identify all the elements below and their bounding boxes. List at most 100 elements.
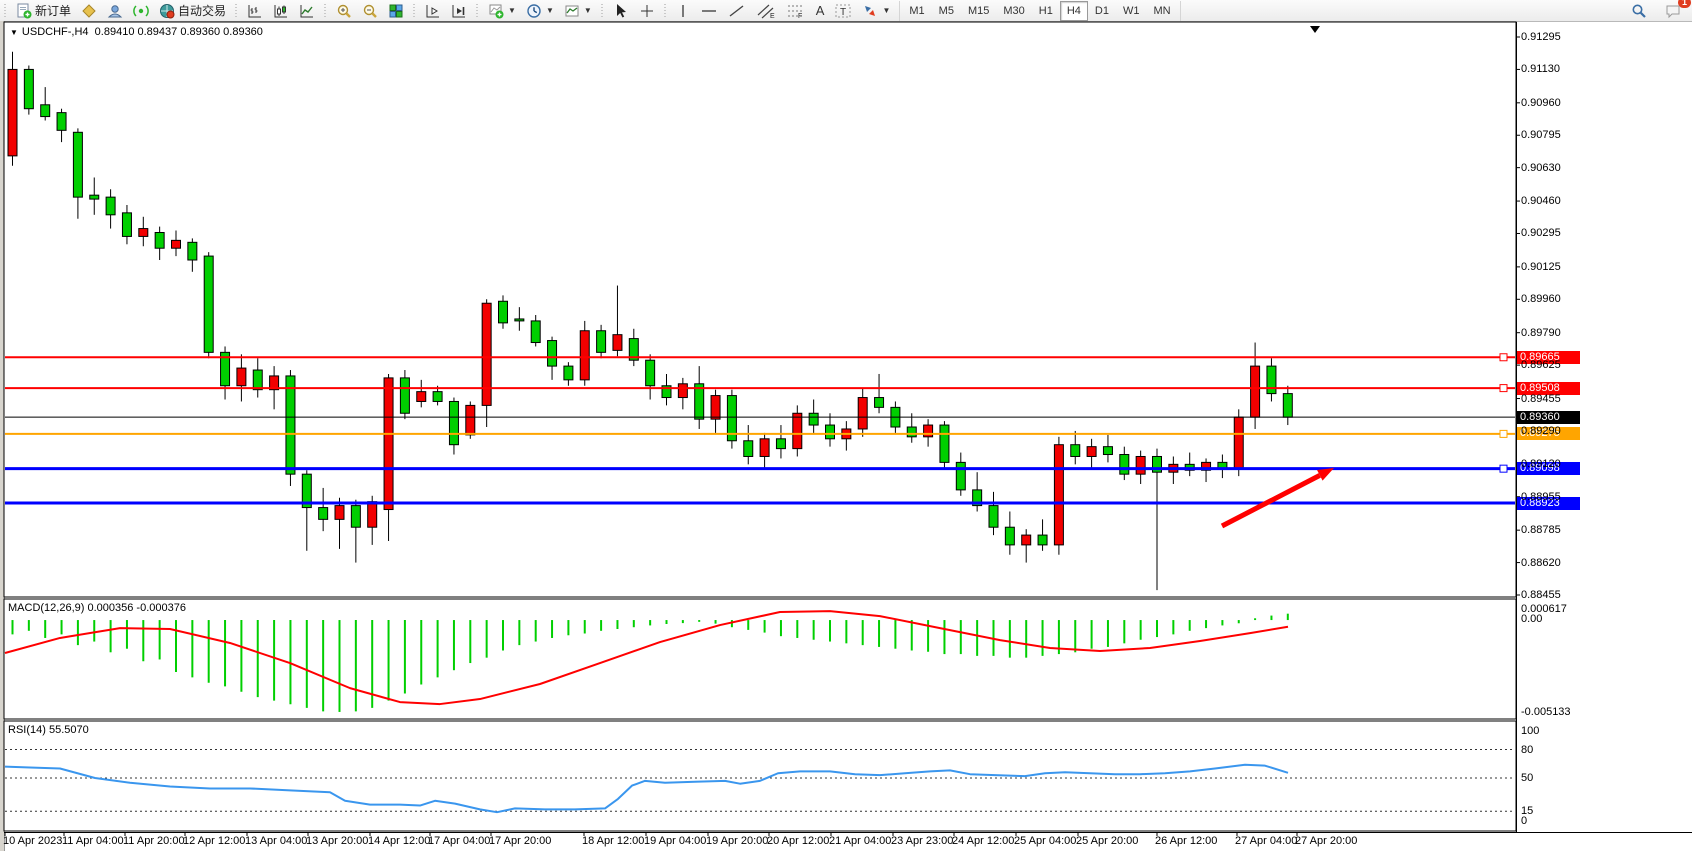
ohlc-open: 0.89410	[95, 26, 135, 38]
candle-body	[204, 256, 213, 352]
time-axis-label: 18 Apr 12:00	[582, 835, 644, 847]
candle-body	[1120, 455, 1129, 475]
candle-body	[826, 425, 835, 439]
candle-body	[940, 425, 949, 462]
trading-terminal-window: { "toolbar": { "new_order_label": "新订单",…	[0, 0, 1692, 851]
candle-body	[564, 366, 573, 380]
candle-body	[580, 331, 589, 380]
candle-body	[466, 405, 475, 434]
price-tick-label: 0.91295	[1521, 31, 1561, 43]
main-chart-panel[interactable]	[4, 22, 1516, 597]
ohlc-high: 0.89437	[138, 26, 178, 38]
candle-body	[1054, 445, 1063, 545]
candle-body	[956, 462, 965, 490]
line-handle[interactable]	[1500, 465, 1507, 472]
price-tick-label: 0.89790	[1521, 327, 1561, 339]
candle-body	[858, 398, 867, 429]
rsi-panel[interactable]	[4, 721, 1516, 831]
candle-body	[417, 392, 426, 402]
candle-body	[548, 341, 557, 367]
time-axis-label: 24 Apr 12:00	[952, 835, 1014, 847]
candle-body	[73, 132, 82, 197]
candle-body	[400, 378, 409, 413]
time-axis-label: 19 Apr 04:00	[644, 835, 706, 847]
candle-body	[139, 229, 148, 237]
price-tick-label: 0.88785	[1521, 524, 1561, 536]
ohlc-low: 0.89360	[180, 26, 220, 38]
chart-symbol-period: USDCHF-,H4	[22, 26, 89, 38]
price-tick-label: 0.89120	[1521, 458, 1561, 470]
candle-body	[335, 506, 344, 520]
candle-body	[351, 506, 360, 528]
time-axis-label: 27 Apr 20:00	[1295, 835, 1357, 847]
candle-body	[286, 376, 295, 474]
candle-body	[1071, 445, 1080, 457]
candle-body	[875, 398, 884, 408]
candle-body	[253, 370, 262, 390]
candle-body	[744, 441, 753, 457]
ohlc-close: 0.89360	[223, 26, 263, 38]
price-tick-label: 0.90630	[1521, 162, 1561, 174]
candle-body	[24, 69, 33, 108]
price-line-badge[interactable]: 0.89360	[1517, 411, 1580, 424]
candle-body	[793, 413, 802, 448]
candle-body	[172, 240, 181, 248]
candle-body	[319, 508, 328, 520]
candle-body	[760, 439, 769, 457]
time-axis-label: 13 Apr 20:00	[306, 835, 368, 847]
candle-body	[1267, 366, 1276, 394]
price-tick-label: 0.89960	[1521, 293, 1561, 305]
rsi-axis-label: 100	[1521, 725, 1539, 737]
chart-title-dropdown-icon[interactable]: ▼	[10, 28, 18, 37]
candle-body	[1103, 447, 1112, 455]
candle-body	[646, 360, 655, 386]
time-axis-label: 25 Apr 04:00	[1014, 835, 1076, 847]
price-tick-label: 0.90460	[1521, 195, 1561, 207]
candle-body	[711, 396, 720, 420]
candle-body	[384, 378, 393, 510]
time-axis-label: 12 Apr 12:00	[183, 835, 245, 847]
time-axis-label: 27 Apr 04:00	[1235, 835, 1297, 847]
price-tick-label: 0.89290	[1521, 425, 1561, 437]
chart-title: ▼ USDCHF-,H4 0.89410 0.89437 0.89360 0.89…	[10, 26, 263, 38]
candle-body	[515, 319, 524, 321]
time-axis-label: 26 Apr 12:00	[1155, 835, 1217, 847]
candle-body	[1022, 535, 1031, 545]
rsi-axis-label: 50	[1521, 772, 1533, 784]
price-tick-label: 0.89625	[1521, 359, 1561, 371]
line-handle[interactable]	[1500, 385, 1507, 392]
rsi-axis-label: 0	[1521, 815, 1527, 827]
price-tick-label: 0.88955	[1521, 491, 1561, 503]
candle-body	[924, 425, 933, 437]
time-axis-label: 17 Apr 20:00	[489, 835, 551, 847]
candle-body	[597, 331, 606, 353]
chart-canvas[interactable]	[0, 0, 1692, 851]
price-tick-label: 0.88455	[1521, 589, 1561, 601]
candle-body	[809, 413, 818, 425]
macd-min-label: -0.005133	[1521, 706, 1571, 718]
line-handle[interactable]	[1500, 354, 1507, 361]
candle-body	[188, 242, 197, 260]
candle-body	[499, 301, 508, 323]
candle-body	[1136, 456, 1145, 474]
line-handle[interactable]	[1500, 430, 1507, 437]
price-tick-label: 0.88620	[1521, 557, 1561, 569]
candle-body	[678, 384, 687, 398]
candle-body	[90, 195, 99, 199]
time-axis-label: 14 Apr 12:00	[368, 835, 430, 847]
candle-body	[776, 439, 785, 449]
candle-body	[57, 113, 66, 131]
candle-body	[368, 502, 377, 528]
price-tick-label: 0.91130	[1521, 63, 1560, 75]
time-axis-label: 20 Apr 12:00	[767, 835, 829, 847]
candle-body	[8, 69, 17, 155]
candle-body	[989, 506, 998, 528]
candle-body	[613, 335, 622, 351]
candle-body	[122, 213, 131, 237]
price-tick-label: 0.90125	[1521, 261, 1561, 273]
time-axis-label: 13 Apr 04:00	[245, 835, 307, 847]
candle-body	[482, 303, 491, 405]
price-tick-label: 0.90795	[1521, 129, 1561, 141]
candle-body	[1087, 447, 1096, 457]
time-axis-label: 21 Apr 04:00	[829, 835, 891, 847]
